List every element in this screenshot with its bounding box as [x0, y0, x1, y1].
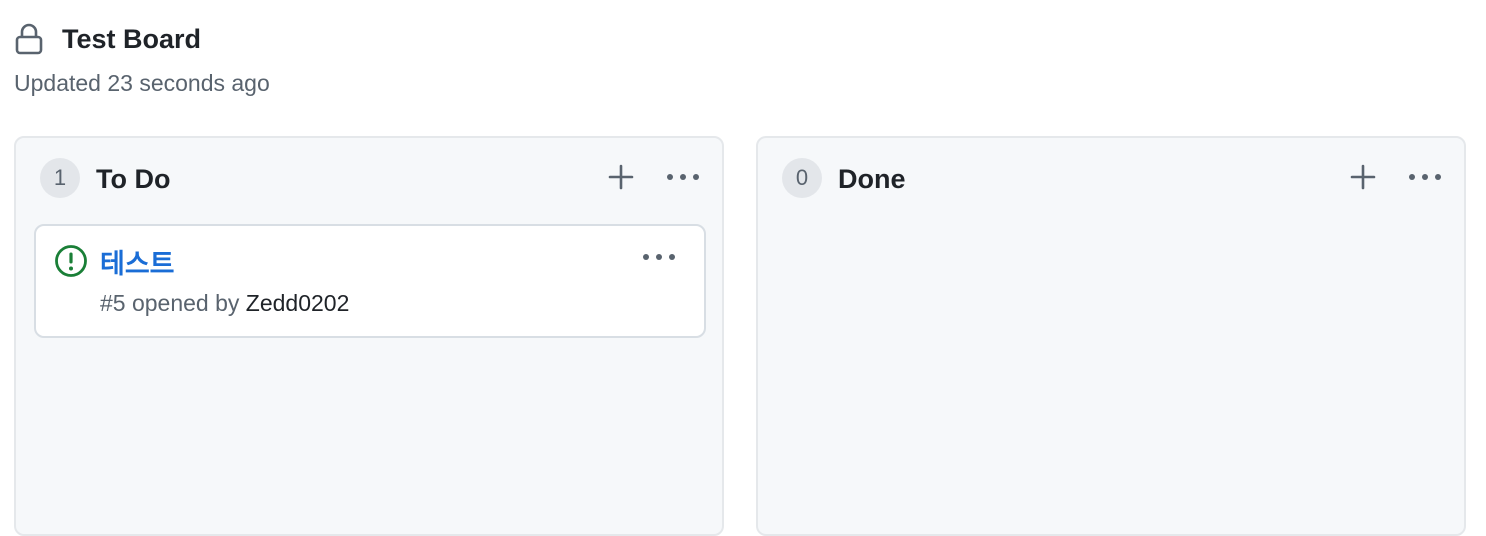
kebab-horizontal-icon — [643, 254, 675, 260]
column-menu-button[interactable] — [1408, 160, 1442, 194]
card-menu-button[interactable] — [642, 242, 676, 272]
card-count-badge: 1 — [40, 158, 80, 198]
column-title: Done — [838, 164, 906, 194]
column-menu-button[interactable] — [666, 160, 700, 194]
add-card-button[interactable] — [1346, 160, 1380, 194]
card-count-badge: 0 — [782, 158, 822, 198]
issue-card[interactable]: 테스트 #5 opened by Zedd0202 — [34, 224, 706, 338]
lock-icon — [14, 22, 44, 56]
issue-title-link[interactable]: 테스트 — [100, 242, 175, 281]
updated-timestamp: Updated 23 seconds ago — [14, 70, 270, 96]
add-card-button[interactable] — [604, 160, 638, 194]
board-title: Test Board — [62, 23, 202, 54]
column-todo: 1 To Do 테스트 #5 opened by Zedd0202 — [14, 136, 724, 536]
kebab-horizontal-icon — [1409, 174, 1441, 180]
board-header: Test Board — [14, 22, 201, 56]
issue-meta-text: #5 opened by — [100, 290, 246, 316]
plus-icon — [608, 164, 634, 190]
issue-author-link[interactable]: Zedd0202 — [246, 290, 350, 316]
column-header: 0 Done — [758, 138, 1464, 222]
column-header: 1 To Do — [16, 138, 722, 222]
column-done: 0 Done — [756, 136, 1466, 536]
plus-icon — [1350, 164, 1376, 190]
kebab-horizontal-icon — [667, 174, 699, 180]
issue-meta: #5 opened by Zedd0202 — [100, 290, 349, 317]
issue-opened-icon — [54, 244, 88, 278]
column-title: To Do — [96, 164, 171, 194]
